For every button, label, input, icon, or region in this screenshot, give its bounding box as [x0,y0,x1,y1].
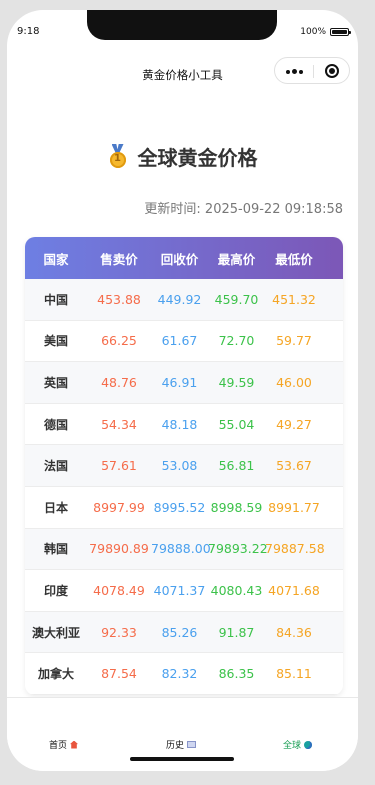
status-battery: 100% [300,27,351,37]
more-dots-icon[interactable] [286,69,303,74]
country-cell: 印度 [43,583,68,598]
home-indicator [130,757,234,761]
header-low: 最低价 [275,251,313,267]
sell-price-cell: 87.54 [101,666,137,682]
table-row: 印度 4078.49 4071.37 4080.43 4071.68 [25,570,343,612]
country-cell: 美国 [43,334,68,349]
low-price-cell: 8991.77 [268,499,320,515]
tab-home[interactable]: 首页 [49,738,79,751]
header-sell: 售卖价 [100,251,138,267]
table-body: 中国 453.88 449.92 459.70 451.32 美国 66.25 61.67 72… [25,279,343,695]
high-price-cell: 459.70 [214,291,259,307]
buy-price-cell: 79888.00 [151,541,211,557]
header-buy: 回收价 [160,251,199,267]
table-row: 日本 8997.99 8995.52 8998.59 8991.77 [25,487,343,529]
table-row: 德国 54.34 48.18 55.04 49.27 [25,404,343,446]
tab-history-label: 历史 [166,741,185,751]
high-price-cell: 79893.22 [208,541,268,557]
sell-price-cell: 8997.99 [93,499,145,515]
high-price-cell: 56.81 [218,458,255,474]
table-row: 美国 66.25 61.67 72.70 59.77 [25,321,343,363]
battery-icon [330,28,351,36]
buy-price-cell: 449.92 [157,291,202,307]
country-cell: 澳大利亚 [31,625,80,640]
low-price-cell: 49.27 [276,416,312,432]
low-price-cell: 84.36 [276,624,312,640]
low-price-cell: 85.11 [276,666,312,682]
low-price-cell: 46.00 [276,374,312,390]
high-price-cell: 55.04 [218,416,255,432]
high-price-cell: 4080.43 [210,582,263,598]
buy-price-cell: 85.26 [161,624,198,640]
header-country: 国家 [43,251,69,267]
price-table: 国家 售卖价 回收价 最高价 最低价 中国 453.88 449.92 459.70 4… [25,237,343,695]
buy-price-cell: 82.32 [161,666,198,682]
country-cell: 韩国 [43,542,68,557]
gold-medal-icon [108,144,128,168]
buy-price-cell: 48.18 [161,416,198,432]
country-cell: 德国 [43,417,68,432]
sell-price-cell: 4078.49 [93,582,145,598]
sell-price-cell: 79890.89 [89,541,149,557]
home-icon [70,740,79,749]
high-price-cell: 86.35 [218,666,255,682]
country-cell: 法国 [43,459,68,474]
low-price-cell: 451.32 [272,291,316,307]
sell-price-cell: 66.25 [101,333,137,349]
table-row: 澳大利亚 92.33 85.26 91.87 84.36 [25,611,343,654]
table-header: 国家 售卖价 回收价 最高价 最低价 [25,237,343,279]
buy-price-cell: 4071.37 [153,582,206,598]
sell-price-cell: 48.76 [101,374,137,390]
tab-home-label: 首页 [49,741,68,751]
sell-price-cell: 57.61 [101,458,137,474]
tab-global[interactable]: 全球 [283,738,313,751]
notch [87,10,277,40]
country-cell: 英国 [43,375,68,390]
sell-price-cell: 453.88 [97,291,141,307]
sell-price-cell: 92.33 [101,624,137,640]
battery-percent: 100% [300,27,326,37]
chart-icon [187,741,197,748]
low-price-cell: 59.77 [276,333,312,349]
status-time: 9:18 [17,26,40,37]
table-row: 韩国 79890.89 79888.00 79893.22 79887.58 [25,528,343,571]
low-price-cell: 53.67 [276,458,312,474]
mini-program-capsule [274,57,350,84]
update-time: 更新时间: 2025-09-22 09:18:58 [144,202,343,217]
high-price-cell: 72.70 [218,333,255,349]
country-cell: 日本 [43,500,68,515]
tab-history[interactable]: 历史 [166,738,197,751]
table-row: 中国 453.88 449.92 459.70 451.32 [25,279,343,321]
low-price-cell: 4071.68 [268,582,320,598]
table-row: 英国 48.76 46.91 49.59 46.00 [25,362,343,404]
low-price-cell: 79887.58 [265,541,325,557]
table-row: 法国 57.61 53.08 56.81 53.67 [25,445,343,487]
page-heading: 全球黄金价格 [7,142,358,171]
country-cell: 加拿大 [37,667,74,682]
header-high: 最高价 [217,251,256,267]
capsule-divider [313,65,314,78]
buy-price-cell: 46.91 [161,374,198,390]
tab-global-label: 全球 [283,741,302,751]
sell-price-cell: 54.34 [101,416,137,432]
high-price-cell: 8998.59 [210,499,263,515]
high-price-cell: 49.59 [218,374,255,390]
phone-frame: 9:18 100% 黄金价格小工具 全球黄金价格 更新时间: 2025-09-2… [7,10,358,771]
country-cell: 中国 [43,292,68,307]
buy-price-cell: 53.08 [161,458,198,474]
page-title: 全球黄金价格 [137,146,258,170]
target-icon[interactable] [325,64,339,78]
table-row: 加拿大 87.54 82.32 86.35 85.11 [25,653,343,695]
globe-icon [304,740,313,749]
buy-price-cell: 8995.52 [153,499,206,515]
high-price-cell: 91.87 [218,624,255,640]
buy-price-cell: 61.67 [161,333,198,349]
